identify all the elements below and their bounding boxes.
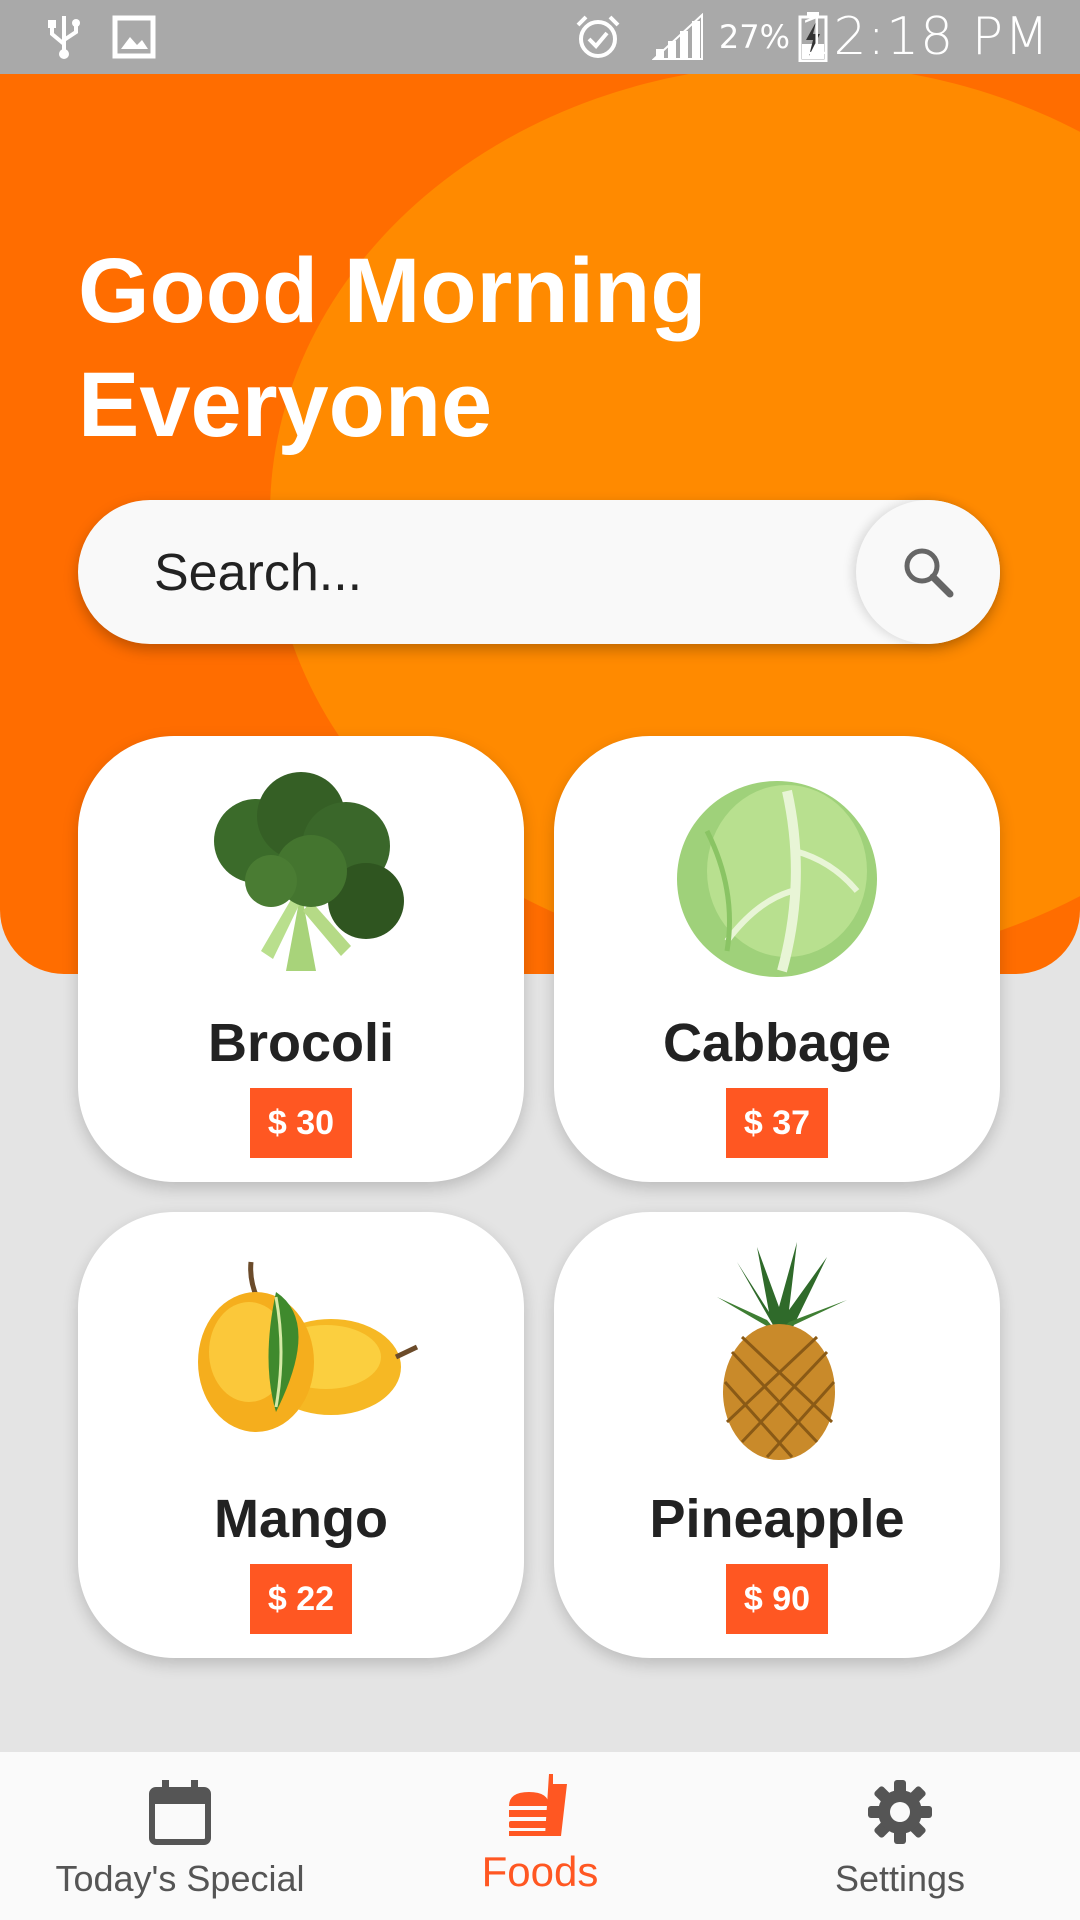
price-badge: $ 30 [250, 1088, 352, 1158]
usb-icon [44, 0, 84, 74]
image-icon [112, 0, 156, 74]
product-card[interactable]: Cabbage $ 37 [554, 736, 1000, 1182]
nav-todays-special[interactable]: Today's Special [30, 1752, 330, 1920]
product-name: Pineapple [649, 1489, 905, 1549]
product-grid: Brocoli $ 30 Cabbage $ 37 Mango $ 22 Pin… [78, 736, 1000, 1658]
cabbage-image [554, 766, 1000, 986]
greeting-line-1: Good Morning [78, 240, 707, 342]
search-button[interactable] [856, 500, 1000, 644]
fastfood-icon [509, 1774, 567, 1836]
pineapple-image [554, 1242, 1000, 1462]
signal-icon [652, 0, 704, 74]
clock-time: 12:18 PM [799, 7, 1050, 67]
product-card[interactable]: Pineapple $ 90 [554, 1212, 1000, 1658]
product-name: Cabbage [662, 1013, 892, 1073]
product-name: Mango [214, 1489, 388, 1549]
product-name: Brocoli [207, 1013, 395, 1073]
price-badge: $ 22 [250, 1564, 352, 1634]
greeting-title: Good Morning Everyone [78, 234, 878, 462]
search-bar [78, 500, 1000, 646]
nav-foods[interactable]: Foods [420, 1752, 660, 1920]
mango-image [78, 1242, 524, 1462]
product-card[interactable]: Brocoli $ 30 [78, 736, 524, 1182]
greeting-line-2: Everyone [78, 354, 493, 456]
nav-settings[interactable]: Settings [780, 1752, 1020, 1920]
nav-label: Today's Special [55, 1858, 305, 1899]
search-icon [904, 548, 954, 598]
broccoli-image [78, 766, 524, 986]
alarm-icon [574, 0, 622, 74]
search-input[interactable] [152, 500, 856, 646]
gear-icon [868, 1780, 932, 1844]
bottom-navigation: Today's Special Foods Settings [0, 1752, 1080, 1920]
nav-label-active: Foods [481, 1848, 599, 1895]
status-bar: 27% 12:18 PM [0, 0, 1080, 74]
nav-label: Settings [834, 1858, 966, 1899]
product-card[interactable]: Mango $ 22 [78, 1212, 524, 1658]
battery-percent: 27% [718, 18, 790, 56]
price-badge: $ 90 [726, 1564, 828, 1634]
price-badge: $ 37 [726, 1088, 828, 1158]
calendar-icon [149, 1780, 211, 1845]
